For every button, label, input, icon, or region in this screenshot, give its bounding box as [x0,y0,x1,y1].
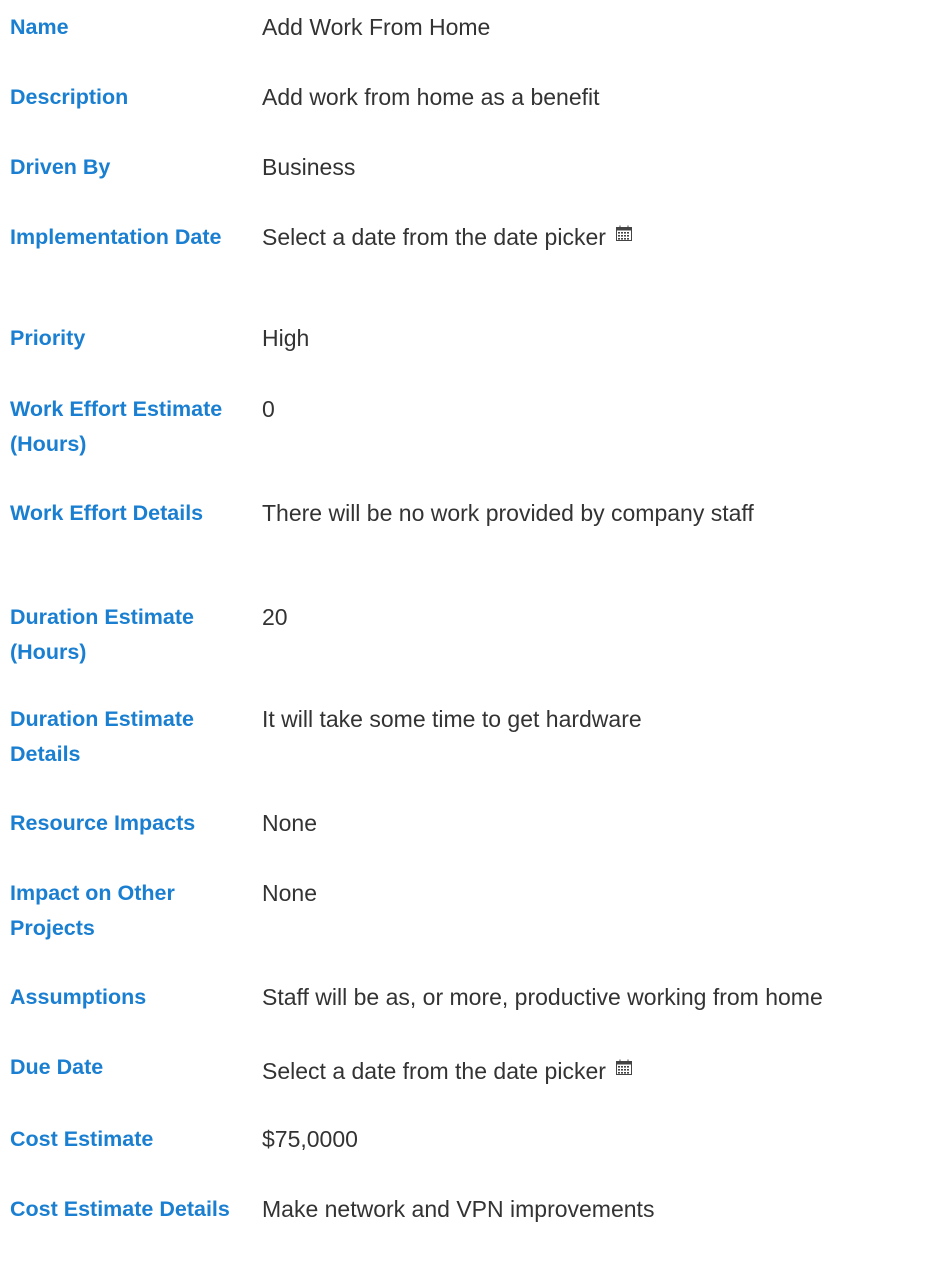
field-value-duration-estimate-details[interactable]: It will take some time to get hardware [262,702,947,737]
field-label-duration-estimate-details: Duration Estimate Details [10,707,194,766]
field-label-work-effort-estimate: Work Effort Estimate (Hours) [10,397,223,456]
field-value-cost-estimate[interactable]: $75,0000 [262,1122,947,1157]
field-label-implementation-date: Implementation Date [10,225,222,249]
field-value-priority[interactable]: High [262,321,947,356]
field-label-due-date: Due Date [10,1055,104,1079]
due-date-placeholder[interactable]: Select a date from the date picker [262,1054,606,1089]
field-label-cost-estimate-details: Cost Estimate Details [10,1197,230,1221]
field-label-duration-estimate: Duration Estimate (Hours) [10,605,194,664]
field-value-driven-by[interactable]: Business [262,150,947,185]
field-value-implementation-date[interactable]: Select a date from the date picker [262,220,947,255]
project-change-form: Name Add Work From Home Description Add … [0,0,947,1262]
calendar-icon[interactable] [615,1059,632,1075]
field-value-name[interactable]: Add Work From Home [262,10,947,45]
field-value-work-effort-estimate[interactable]: 0 [262,392,947,427]
field-value-resource-impacts[interactable]: None [262,806,947,841]
field-label-assumptions: Assumptions [10,985,147,1009]
field-label-cost-estimate: Cost Estimate [10,1127,154,1151]
field-value-due-date[interactable]: Select a date from the date picker [262,1054,947,1089]
calendar-icon[interactable] [615,225,632,241]
field-label-name: Name [10,15,69,39]
field-value-impact-on-other-projects[interactable]: None [262,876,947,911]
field-label-driven-by: Driven By [10,155,111,179]
field-label-work-effort-details: Work Effort Details [10,501,204,525]
field-value-assumptions[interactable]: Staff will be as, or more, productive wo… [262,980,947,1015]
field-value-duration-estimate[interactable]: 20 [262,600,947,635]
field-value-work-effort-details[interactable]: There will be no work provided by compan… [262,496,947,531]
field-value-cost-estimate-details[interactable]: Make network and VPN improvements [262,1192,947,1227]
implementation-date-placeholder[interactable]: Select a date from the date picker [262,220,606,255]
field-label-description: Description [10,85,129,109]
field-value-description[interactable]: Add work from home as a benefit [262,80,947,115]
field-label-priority: Priority [10,326,86,350]
field-label-impact-on-other-projects: Impact on Other Projects [10,881,175,940]
field-label-resource-impacts: Resource Impacts [10,811,196,835]
